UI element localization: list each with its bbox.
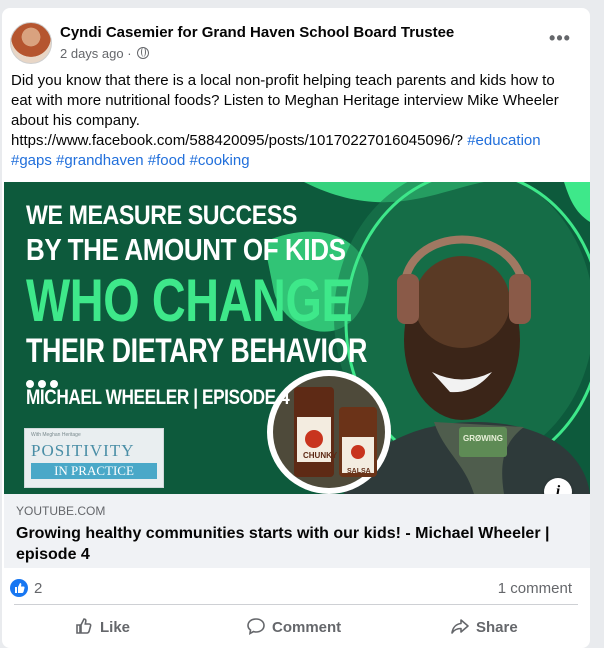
hashtag-link[interactable]: #gaps bbox=[11, 152, 52, 169]
like-count[interactable]: 2 bbox=[34, 580, 42, 597]
jar-label: CHUNKY bbox=[303, 451, 338, 460]
logo-subtitle: IN PRACTICE bbox=[31, 463, 157, 479]
link-source: YOUTUBE.COM bbox=[16, 504, 106, 518]
headline-line-4: THEIR DIETARY BEHAVIOR bbox=[26, 332, 368, 370]
share-button[interactable]: Share bbox=[450, 610, 518, 646]
hashtag-link[interactable]: #cooking bbox=[190, 152, 250, 169]
headline-line-3: WHO CHANGE bbox=[26, 267, 353, 334]
thumbs-up-icon bbox=[76, 618, 92, 634]
like-button[interactable]: Like bbox=[74, 610, 130, 646]
logo-title: POSITIVITY bbox=[31, 441, 135, 460]
logo-tagline: With Meghan Heritage bbox=[31, 432, 81, 438]
share-label: Share bbox=[476, 619, 518, 636]
post-text: Did you know that there is a local non-p… bbox=[11, 71, 571, 171]
comment-button[interactable]: Comment bbox=[246, 610, 341, 646]
hashtag-link[interactable]: #food bbox=[148, 152, 186, 169]
share-icon bbox=[451, 619, 469, 634]
jar-label: SALSA bbox=[347, 468, 371, 475]
post-links-line: https://www.facebook.com/588420095/posts… bbox=[11, 131, 571, 171]
hashtag-link[interactable]: #grandhaven bbox=[56, 152, 144, 169]
link-preview[interactable]: YOUTUBE.COM Growing healthy communities … bbox=[4, 494, 590, 568]
more-options-icon[interactable]: ••• bbox=[546, 26, 574, 54]
author-name[interactable]: Cyndi Casemier for Grand Haven School Bo… bbox=[60, 24, 454, 41]
post-message: Did you know that there is a local non-p… bbox=[11, 72, 559, 129]
headline-line-2: BY THE AMOUNT OF KIDS bbox=[26, 232, 346, 267]
apron-text: GRØWING bbox=[463, 434, 503, 443]
hashtag-link[interactable]: #education bbox=[467, 132, 540, 149]
post-meta: 2 days ago · bbox=[60, 46, 150, 61]
comment-label: Comment bbox=[272, 619, 342, 636]
episode-byline: MICHAEL WHEELER | EPISODE 4 bbox=[26, 386, 290, 409]
post-header: Cyndi Casemier for Grand Haven School Bo… bbox=[10, 22, 580, 66]
divider bbox=[14, 604, 578, 605]
globe-icon bbox=[137, 47, 150, 59]
like-label: Like bbox=[100, 619, 131, 636]
comment-icon bbox=[247, 618, 265, 636]
post-card: Cyndi Casemier for Grand Haven School Bo… bbox=[2, 8, 590, 648]
action-bar: Like Comment Share bbox=[14, 610, 578, 648]
like-reaction-icon[interactable] bbox=[10, 579, 28, 597]
video-thumbnail[interactable]: WE MEASURE SUCCESS BY THE AMOUNT OF KIDS… bbox=[4, 182, 590, 494]
reaction-stats: 2 1 comment bbox=[10, 576, 580, 600]
headline-line-1: WE MEASURE SUCCESS bbox=[26, 200, 297, 230]
post-url-link[interactable]: https://www.facebook.com/588420095/posts… bbox=[11, 132, 463, 149]
post-timestamp[interactable]: 2 days ago · bbox=[60, 46, 132, 61]
positivity-logo: With Meghan Heritage POSITIVITY IN PRACT… bbox=[24, 428, 164, 488]
comment-count[interactable]: 1 comment bbox=[498, 580, 572, 597]
link-title[interactable]: Growing healthy communities starts with … bbox=[16, 523, 576, 565]
author-avatar[interactable] bbox=[10, 22, 52, 64]
